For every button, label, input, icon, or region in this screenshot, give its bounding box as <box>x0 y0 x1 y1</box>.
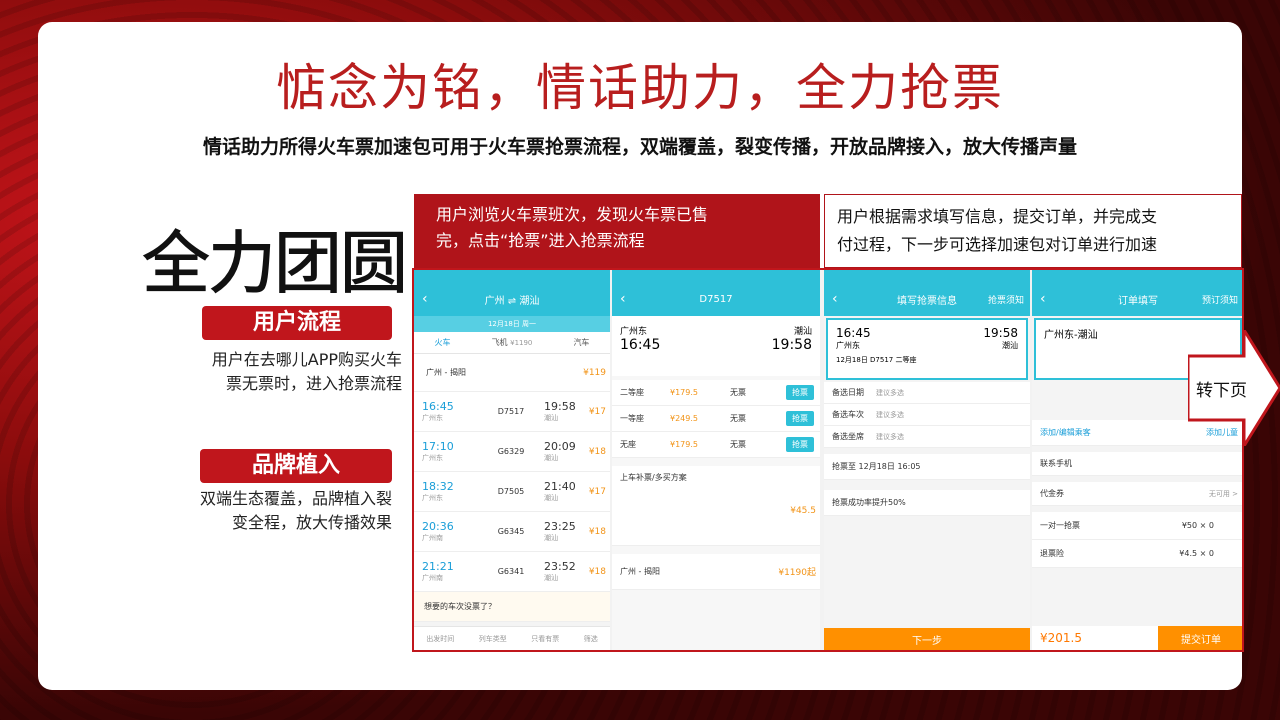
form-title: 填写抢票信息 <box>897 295 957 307</box>
table-row[interactable]: 17:10 广州东 G6329 20:09 潮汕 ¥18 <box>414 432 610 472</box>
back-icon[interactable]: ‹ <box>422 291 428 307</box>
add-passenger-link[interactable]: 添加/编辑乘客 <box>1040 427 1091 438</box>
combo-plan[interactable]: 上车补票/多买方案 ¥45.5 <box>612 466 820 546</box>
submit-order-button[interactable]: 提交订单 <box>1158 626 1242 650</box>
section-desc-brand: 双端生态覆盖，品牌植入裂 变全程，放大传播效果 <box>199 489 392 532</box>
alt-seat-field[interactable]: 备选坐席 建议多选 <box>824 426 1030 448</box>
route-title: 广州 ⇌ 潮汕 <box>484 295 540 307</box>
order-footer: ¥201.5 提交订单 <box>1032 626 1242 650</box>
seat-row: 二等座 ¥179.5 无票 抢票 <box>612 380 820 406</box>
table-row[interactable]: 20:36 广州南 G6345 23:25 潮汕 ¥18 <box>414 512 610 552</box>
grab-ticket-button[interactable]: 抢票 <box>786 385 814 400</box>
filter-time[interactable]: 出发时间 <box>426 634 454 644</box>
screen-order-form: ‹ 订单填写 预订须知 广州东-潮汕 添加/编辑乘客 添加儿童 联系手机 代金券 无可… <box>1032 270 1242 650</box>
caption-order: 用户根据需求填写信息，提交订单，并完成支 付过程，下一步可选择加速包对订单进行加… <box>824 194 1242 268</box>
filter-available[interactable]: 只看有票 <box>531 634 559 644</box>
section-label-brand: 品牌植入 <box>200 449 392 483</box>
caption-browse: 用户浏览火车票班次，发现火车票已售 完，点击“抢票”进入抢票流程 <box>414 194 820 268</box>
contact-field[interactable]: 联系手机 <box>1032 452 1242 476</box>
order-title: 订单填写 <box>1118 295 1158 307</box>
date-label[interactable]: 12月18日 周一 <box>488 319 536 329</box>
alt-date-field[interactable]: 备选日期 建议多选 <box>824 382 1030 404</box>
seat-row: 一等座 ¥249.5 无票 抢票 <box>612 406 820 432</box>
booking-rules-link[interactable]: 预订须知 <box>1202 293 1238 306</box>
table-row[interactable]: 16:45 广州东 D7517 19:58 潮汕 ¥17 <box>414 392 610 432</box>
table-row[interactable]: 18:32 广州东 D7505 21:40 潮汕 ¥17 <box>414 472 610 512</box>
back-icon[interactable]: ‹ <box>832 291 838 307</box>
screenshots-panel: ‹ 广州 ⇌ 潮汕 12月18日 周一 火车 飞机 ¥1190 汽车 广州 - 揭… <box>412 268 1244 652</box>
total-price: ¥201.5 <box>1032 626 1158 650</box>
filter-type[interactable]: 列车类型 <box>479 634 507 644</box>
filter-bar: 出发时间 列车类型 只看有票 筛选 <box>414 626 610 650</box>
train-title: D7517 <box>699 293 733 305</box>
slogan: 全力团圆 <box>141 225 408 305</box>
mode-tabs: 火车 飞机 ¥1190 汽车 <box>414 332 610 354</box>
grab-ticket-button[interactable]: 抢票 <box>786 437 814 452</box>
tab-plane[interactable]: 飞机 ¥1190 <box>492 337 533 348</box>
list-item[interactable]: 广州 - 揭阳 ¥1190起 <box>612 554 820 590</box>
next-page-label[interactable]: 转下页 <box>1196 376 1247 401</box>
page-title: 惦念为铭，情话助力，全力抢票 <box>276 59 1004 117</box>
alt-train-field[interactable]: 备选车次 建议多选 <box>824 404 1030 426</box>
grab-ticket-button[interactable]: 抢票 <box>786 411 814 426</box>
rules-link[interactable]: 抢票须知 <box>988 293 1024 306</box>
table-row[interactable]: 21:21 广州南 G6341 23:52 潮汕 ¥18 <box>414 552 610 592</box>
screen-grab-info: ‹ 填写抢票信息 抢票须知 16:45 19:58 广州东 潮汕 12月18日 D751… <box>824 270 1030 650</box>
filter-more[interactable]: 筛选 <box>584 634 598 644</box>
back-icon[interactable]: ‹ <box>620 291 626 307</box>
coupon-field[interactable]: 代金券 无可用 > <box>1032 482 1242 506</box>
section-desc-user-flow: 用户在去哪儿APP购买火车 票无票时，进入抢票流程 <box>211 350 402 393</box>
seat-row: 无座 ¥179.5 无票 抢票 <box>612 432 820 458</box>
service-row[interactable]: 退票险 ¥4.5 × 0 <box>1032 540 1242 568</box>
section-label-user-flow: 用户流程 <box>202 306 392 340</box>
speedup-field[interactable]: 抢票成功率提升50% <box>824 490 1030 516</box>
deadline-field[interactable]: 抢票至 12月18日 16:05 <box>824 454 1030 480</box>
tip-banner[interactable]: 想要的车次没票了？ <box>414 592 610 622</box>
tab-bus[interactable]: 汽车 <box>573 337 589 348</box>
service-row[interactable]: 一对一抢票 ¥50 × 0 <box>1032 512 1242 540</box>
page-subtitle: 情话助力所得火车票加速包可用于火车票抢票流程，双端覆盖，裂变传播，开放品牌接入，… <box>202 136 1077 158</box>
tab-train[interactable]: 火车 <box>435 337 451 348</box>
screen-train-list: ‹ 广州 ⇌ 潮汕 12月18日 周一 火车 飞机 ¥1190 汽车 广州 - 揭… <box>414 270 610 650</box>
back-icon[interactable]: ‹ <box>1040 291 1046 307</box>
train-summary: 广州东 16:45 潮汕 19:58 <box>612 316 820 376</box>
list-item[interactable]: 广州 - 揭阳 ¥119 <box>414 354 610 392</box>
next-step-button[interactable]: 下一步 <box>824 628 1030 650</box>
screen-train-detail: ‹ D7517 广州东 16:45 潮汕 19:58 二等座 ¥179.5 无票 抢票… <box>612 270 820 650</box>
trip-card: 16:45 19:58 广州东 潮汕 12月18日 D7517 二等座 <box>826 318 1028 380</box>
